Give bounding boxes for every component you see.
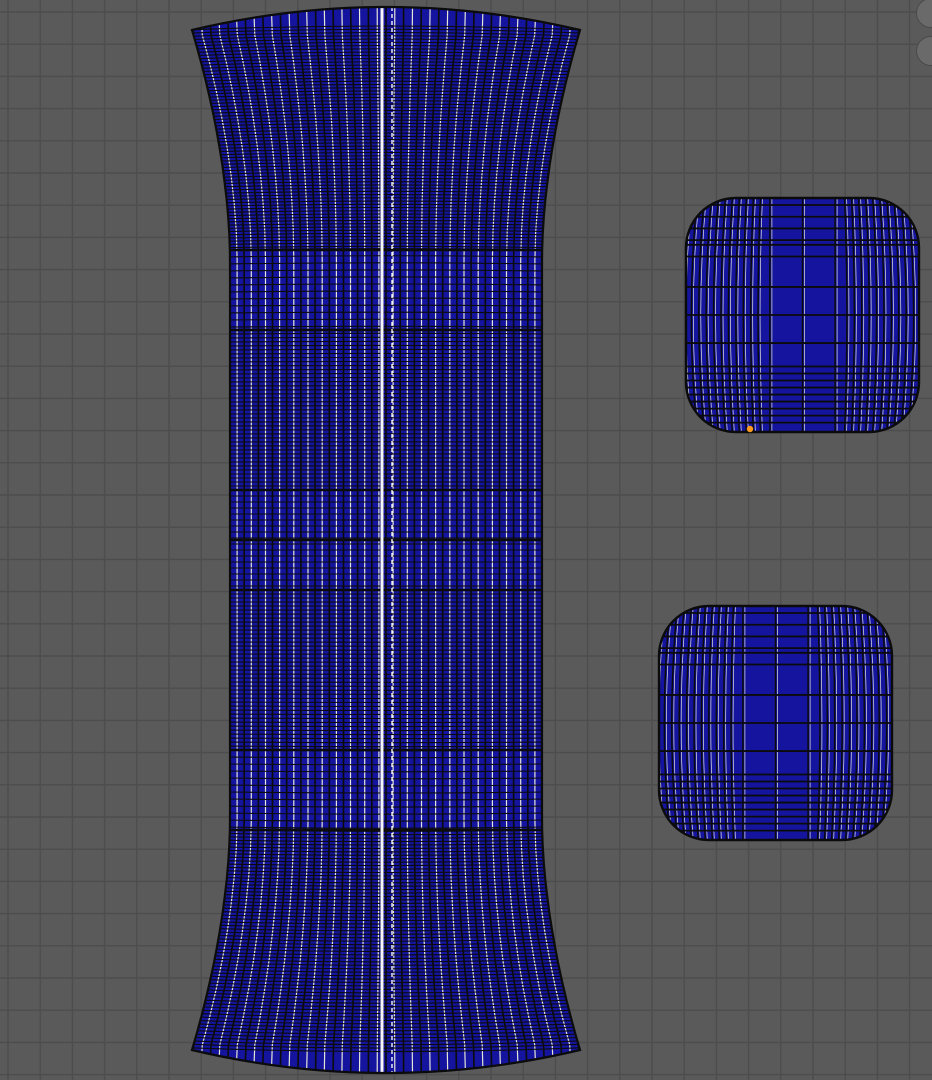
body-island[interactable] (187, 0, 585, 1080)
active-vertex[interactable] (746, 425, 754, 433)
uv-canvas[interactable] (0, 0, 932, 1080)
cap-island-bottom[interactable] (655, 602, 896, 844)
uv-editor-viewport[interactable] (0, 0, 932, 1080)
cap-island-top[interactable] (682, 194, 923, 436)
